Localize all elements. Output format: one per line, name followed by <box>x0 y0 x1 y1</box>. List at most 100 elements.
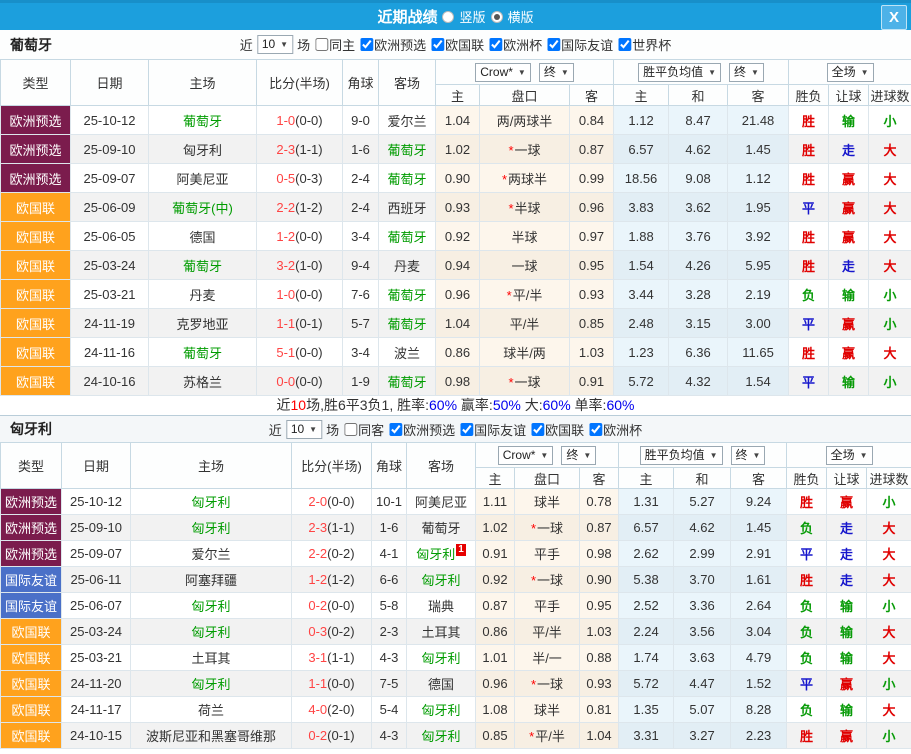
odds-away: 0.90 <box>580 567 619 593</box>
radio-vertical-layout[interactable] <box>442 11 454 23</box>
corners: 4-3 <box>372 645 407 671</box>
avg-time-select[interactable]: 终▼ <box>729 63 764 82</box>
odds-home: 0.85 <box>476 723 515 749</box>
same-venue-filter[interactable]: 同主 <box>310 35 355 54</box>
league-filter[interactable]: 欧国联 <box>426 35 484 54</box>
match-date: 24-10-15 <box>62 723 131 749</box>
avg-lose: 11.65 <box>728 338 789 367</box>
close-button[interactable]: X <box>881 5 907 30</box>
league-filter[interactable]: 欧国联 <box>526 420 584 439</box>
radio-horizontal-label[interactable]: 横版 <box>508 7 534 26</box>
league-filter[interactable]: 欧洲杯 <box>584 420 642 439</box>
same-venue-checkbox[interactable] <box>315 38 328 51</box>
result-goals: 大 <box>869 164 911 193</box>
result-wdl: 胜 <box>787 723 827 749</box>
handicap: *平/半 <box>480 280 570 309</box>
league-checkbox[interactable] <box>547 38 560 51</box>
match-row: 欧洲预选 25-09-07 阿美尼亚 0-5(0-3) 2-4 葡萄牙 0.90… <box>1 164 911 193</box>
league-filter[interactable]: 欧洲杯 <box>484 35 542 54</box>
chevron-down-icon: ▼ <box>280 37 288 52</box>
corners: 2-4 <box>343 193 379 222</box>
chevron-down-icon: ▼ <box>583 448 591 463</box>
result-wdl: 胜 <box>789 222 829 251</box>
avg-lose: 1.12 <box>728 164 789 193</box>
result-wdl: 胜 <box>789 135 829 164</box>
red-card-badge: 1 <box>456 544 466 556</box>
fulltime-select[interactable]: 全场▼ <box>827 63 874 82</box>
col-away: 客场 <box>407 443 476 489</box>
league-checkbox[interactable] <box>489 38 502 51</box>
league-checkbox[interactable] <box>431 38 444 51</box>
avg-select-cell: 胜平负均值▼ 终▼ <box>619 443 787 468</box>
bookmaker-select[interactable]: Crow*▼ <box>498 446 554 465</box>
odds-home: 0.94 <box>436 251 480 280</box>
league-checkbox[interactable] <box>589 423 602 436</box>
radio-horizontal-layout[interactable] <box>491 11 503 23</box>
bookmaker-select[interactable]: Crow*▼ <box>475 63 531 82</box>
avg-win: 3.83 <box>614 193 669 222</box>
away-team: 葡萄牙 <box>379 309 436 338</box>
odds-home: 0.92 <box>436 222 480 251</box>
result-goals: 小 <box>867 723 911 749</box>
match-count-select[interactable]: 10▼ <box>286 420 322 439</box>
summary-segment: 单率: <box>571 397 607 413</box>
same-venue-filter[interactable]: 同客 <box>339 420 384 439</box>
result-goals: 大 <box>869 222 911 251</box>
col-type: 类型 <box>1 60 71 106</box>
league-filter[interactable]: 欧洲预选 <box>384 420 455 439</box>
match-row: 欧国联 24-10-16 苏格兰 0-0(0-0) 1-9 葡萄牙 0.98 *… <box>1 367 911 396</box>
radio-vertical-label[interactable]: 竖版 <box>459 7 485 26</box>
wdl-average-select[interactable]: 胜平负均值▼ <box>638 63 721 82</box>
home-team: 葡萄牙 <box>149 106 257 135</box>
league-checkbox[interactable] <box>618 38 631 51</box>
odds-time-select[interactable]: 终▼ <box>539 63 574 82</box>
away-team: 葡萄牙 <box>379 367 436 396</box>
league-label: 世界杯 <box>632 35 671 54</box>
match-date: 25-09-10 <box>71 135 149 164</box>
odds-time-select[interactable]: 终▼ <box>561 446 596 465</box>
league-filter[interactable]: 世界杯 <box>613 35 671 54</box>
same-venue-checkbox[interactable] <box>344 423 357 436</box>
odds-home: 0.92 <box>476 567 515 593</box>
fulltime-select[interactable]: 全场▼ <box>826 446 873 465</box>
match-score: 0-0(0-0) <box>257 367 343 396</box>
corners: 9-0 <box>343 106 379 135</box>
col-goals: 进球数 <box>867 468 911 489</box>
fulltime-select-cell: 全场▼ <box>787 443 911 468</box>
avg-draw: 4.26 <box>669 251 728 280</box>
summary-segment: 60% <box>429 397 457 413</box>
avg-win: 5.72 <box>619 671 674 697</box>
match-date: 24-10-16 <box>71 367 149 396</box>
result-goals: 小 <box>869 106 911 135</box>
league-checkbox[interactable] <box>460 423 473 436</box>
home-team: 阿塞拜疆 <box>131 567 292 593</box>
home-team: 匈牙利 <box>131 489 292 515</box>
corners: 7-5 <box>372 671 407 697</box>
summary-segment: 近 <box>277 397 291 413</box>
match-score: 2-3(1-1) <box>292 515 372 541</box>
match-count-select[interactable]: 10▼ <box>257 35 293 54</box>
avg-time-select[interactable]: 终▼ <box>731 446 766 465</box>
corners: 2-3 <box>372 619 407 645</box>
league-filter[interactable]: 欧洲预选 <box>355 35 426 54</box>
league-checkbox[interactable] <box>389 423 402 436</box>
avg-lose: 1.52 <box>731 671 787 697</box>
col-score: 比分(半场) <box>257 60 343 106</box>
league-checkbox[interactable] <box>531 423 544 436</box>
avg-lose: 5.95 <box>728 251 789 280</box>
match-row: 欧洲预选 25-10-12 葡萄牙 1-0(0-0) 9-0 爱尔兰 1.04 … <box>1 106 911 135</box>
wdl-average-select[interactable]: 胜平负均值▼ <box>640 446 723 465</box>
league-filter[interactable]: 国际友谊 <box>455 420 526 439</box>
result-goals: 小 <box>869 309 911 338</box>
league-filter[interactable]: 国际友谊 <box>542 35 613 54</box>
star-icon: * <box>531 573 536 588</box>
match-row: 欧国联 25-03-24 匈牙利 0-3(0-2) 2-3 土耳其 0.86 平… <box>1 619 911 645</box>
competition-type: 欧国联 <box>1 309 71 338</box>
same-venue-label: 同主 <box>329 35 355 54</box>
avg-win: 2.24 <box>619 619 674 645</box>
league-checkbox[interactable] <box>360 38 373 51</box>
home-team: 匈牙利 <box>131 515 292 541</box>
avg-draw: 3.15 <box>669 309 728 338</box>
home-team: 爱尔兰 <box>131 541 292 567</box>
chevron-down-icon: ▼ <box>518 65 526 80</box>
